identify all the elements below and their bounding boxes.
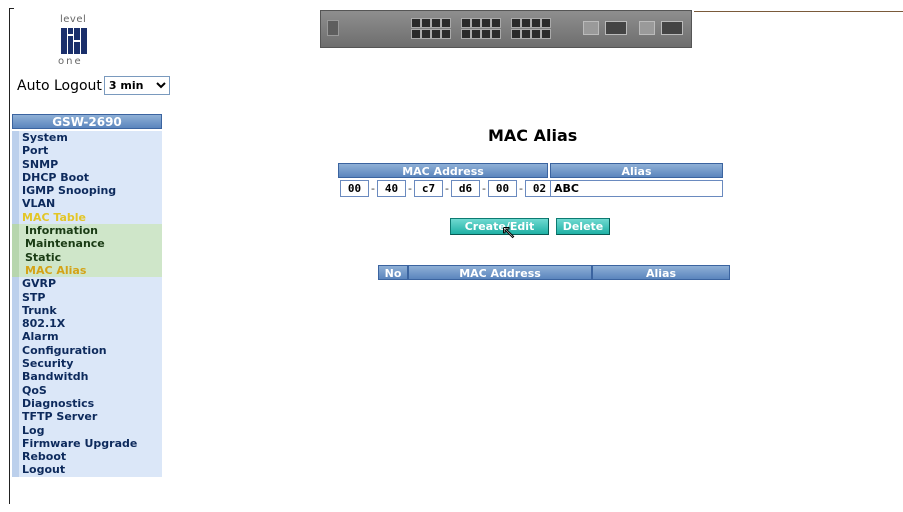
sidebar-item-stp[interactable]: STP [12,290,162,304]
rj45-port [421,29,431,39]
mac-octet-3[interactable] [414,180,443,197]
switch-front-panel-image [320,10,692,48]
auto-logout: Auto Logout 3 min [17,76,170,95]
sidebar-item-diagnostics[interactable]: Diagnostics [12,396,162,411]
sfp-port [639,21,655,35]
mac-octet-4[interactable] [451,180,480,197]
table-header-no: No [378,265,408,280]
page-frame-left [9,8,10,504]
rj45-port [521,29,531,39]
rj45-port [541,29,551,39]
rj45-port [511,29,521,39]
rj45-port [481,18,491,28]
sidebar-item-system[interactable]: System [12,131,162,145]
page-frame-top [9,8,14,9]
mac-separator: - [519,182,523,195]
logo-top-text: level [60,14,87,25]
logo-mark-icon [61,28,87,54]
rj45-port [511,18,521,28]
logo-bottom-text: one [58,56,83,67]
sidebar-item-gvrp[interactable]: GVRP [12,277,162,291]
sidebar-device-title: GSW-2690 [12,114,162,129]
rj45-port [461,29,471,39]
rj45-port [461,18,471,28]
alias-input[interactable] [550,180,723,197]
sidebar-item-firmware-upgrade[interactable]: Firmware Upgrade [12,436,162,451]
mouse-cursor-icon: ↖ [500,222,517,244]
rj45-port [411,18,421,28]
rj45-port [471,18,481,28]
mac-separator: - [371,182,375,195]
rj45-port [441,18,451,28]
table-header-mac-address: MAC Address [408,265,592,280]
sidebar-item-alarm[interactable]: Alarm [12,330,162,344]
auto-logout-select[interactable]: 3 min [103,76,170,95]
sidebar-subitem-mac-alias[interactable]: MAC Alias [12,263,162,278]
sidebar-item-reboot[interactable]: Reboot [12,450,162,464]
sidebar-item-log[interactable]: Log [12,423,162,437]
sidebar-item-security[interactable]: Security [12,357,162,371]
rj45-port [521,18,531,28]
levelone-logo: level one [52,14,100,70]
sfp-port [661,21,683,35]
rj45-port [541,18,551,28]
sidebar-subitem-static[interactable]: Static [12,250,162,264]
sidebar-item-qos[interactable]: QoS [12,383,162,397]
rj45-port [431,18,441,28]
table-header-alias: Alias [592,265,730,280]
mac-address-header: MAC Address [338,163,548,178]
sidebar-item-dhcp-boot[interactable]: DHCP Boot [12,170,162,185]
page-frame-top-right [694,11,903,12]
sidebar-item-snmp[interactable]: SNMP [12,157,162,171]
sidebar-item-logout[interactable]: Logout [12,463,162,477]
mac-separator: - [445,182,449,195]
mac-octet-1[interactable] [340,180,369,197]
rj45-port [441,29,451,39]
sidebar-item-tftp-server[interactable]: TFTP Server [12,410,162,424]
sidebar-item-vlan[interactable]: VLAN [12,197,162,211]
sidebar-item-igmp-snooping[interactable]: IGMP Snooping [12,184,162,198]
rj45-port [411,29,421,39]
rj45-port [471,29,481,39]
sidebar-subitem-maintenance[interactable]: Maintenance [12,237,162,251]
delete-button[interactable]: Delete [556,218,610,235]
page-title: MAC Alias [488,126,578,145]
mac-address-fields: - - - - - [340,180,554,197]
sfp-port [605,21,627,35]
rj45-port [481,29,491,39]
sidebar-item-port[interactable]: Port [12,144,162,158]
sidebar-subitem-information[interactable]: Information [12,224,162,238]
mac-octet-5[interactable] [488,180,517,197]
sidebar-item-bandwidth[interactable]: Bandwitdh [12,370,162,384]
rj45-port [531,18,541,28]
rj45-port [531,29,541,39]
alias-header: Alias [550,163,723,178]
rj45-port [421,18,431,28]
sidebar-item-configuration[interactable]: Configuration [12,343,162,358]
sfp-port [583,21,599,35]
mac-separator: - [482,182,486,195]
sidebar-item-trunk[interactable]: Trunk [12,303,162,318]
mac-separator: - [408,182,412,195]
create-edit-button[interactable]: Create/Edit [450,218,549,235]
rj45-port [491,29,501,39]
mac-octet-2[interactable] [377,180,406,197]
rj45-port [431,29,441,39]
switch-logo-badge [327,20,339,36]
sidebar: GSW-2690 System Port SNMP DHCP Boot IGMP… [12,114,162,477]
auto-logout-label: Auto Logout [17,77,102,94]
rj45-port [491,18,501,28]
sidebar-item-mac-table[interactable]: MAC Table [12,210,162,225]
sidebar-item-8021x[interactable]: 802.1X [12,317,162,331]
